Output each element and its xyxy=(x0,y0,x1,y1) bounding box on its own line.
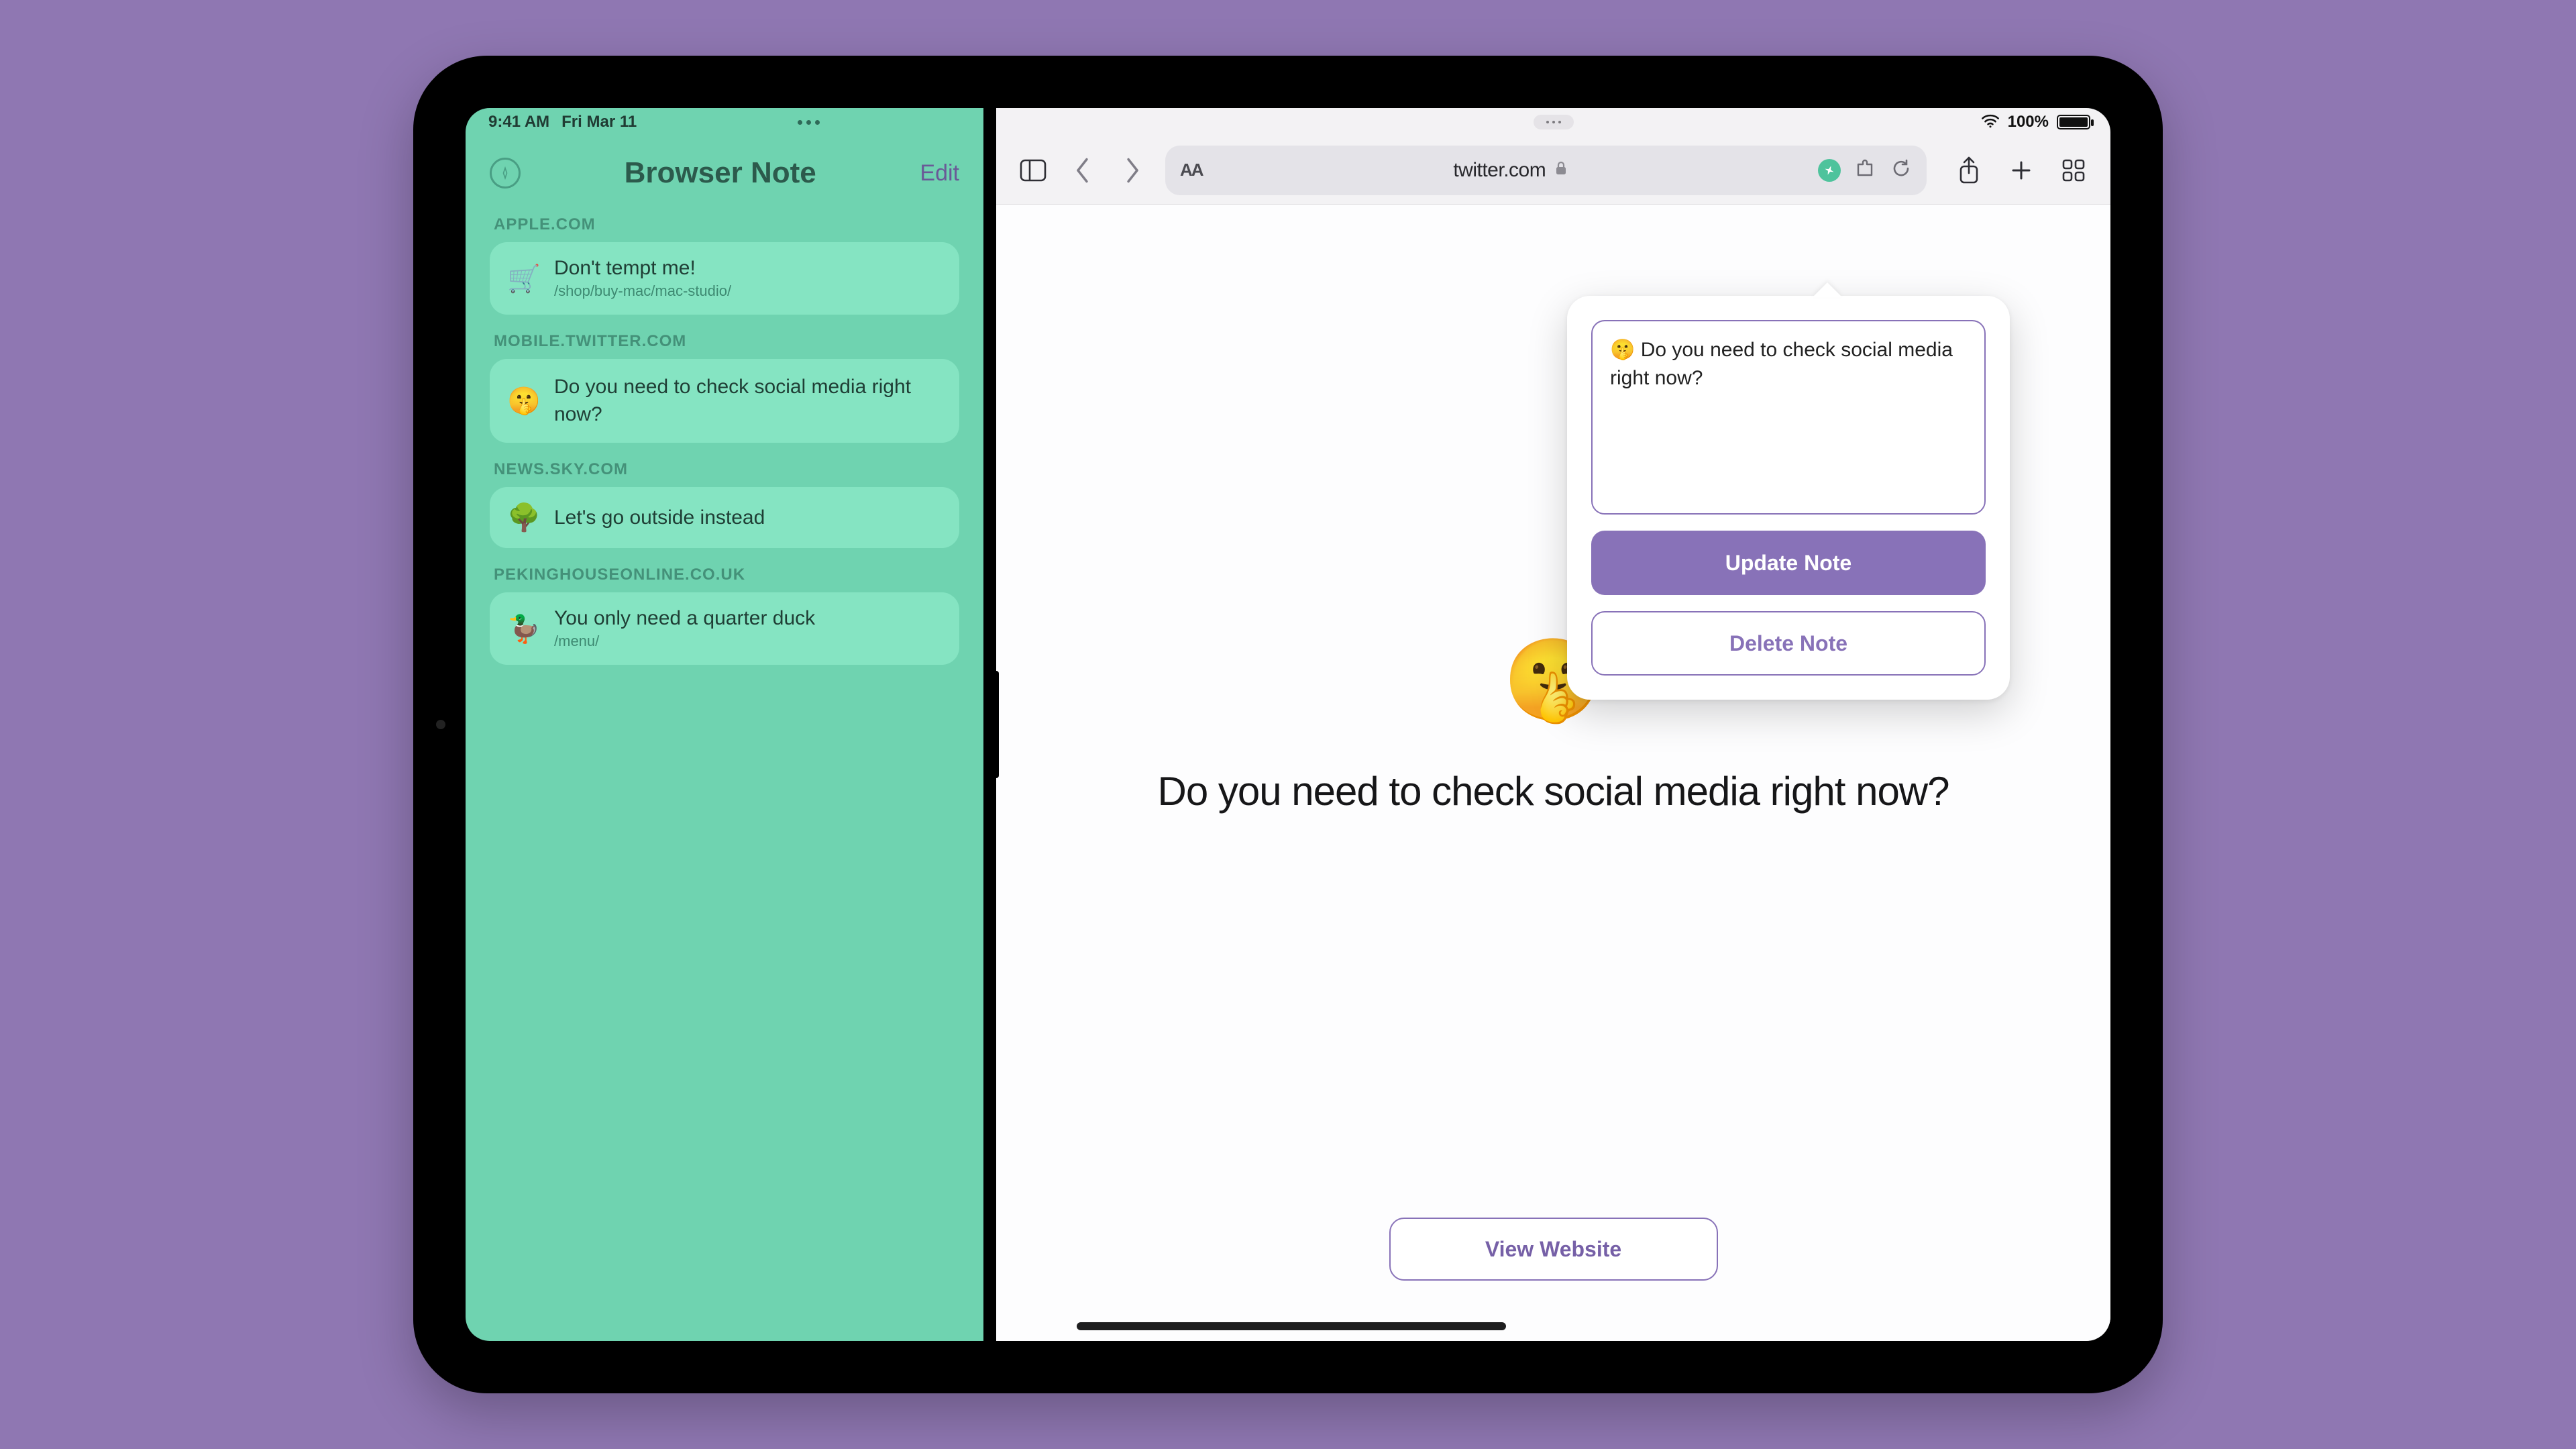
note-title: Don't tempt me! xyxy=(554,257,942,280)
domain-label: PEKINGHOUSEONLINE.CO.UK xyxy=(494,566,959,584)
note-emoji: 🤫 xyxy=(507,385,539,417)
tabs-grid-icon[interactable] xyxy=(2057,154,2090,187)
edit-button[interactable]: Edit xyxy=(920,160,959,186)
view-website-button[interactable]: View Website xyxy=(1389,1218,1718,1281)
safari-pane: 100% AA twitter.com xyxy=(996,108,2110,1341)
forward-icon[interactable] xyxy=(1116,154,1149,187)
note-title: You only need a quarter duck xyxy=(554,607,942,630)
note-popover: Update Note Delete Note xyxy=(1567,296,2010,700)
note-list: APPLE.COM 🛒 Don't tempt me! /shop/buy-ma… xyxy=(466,215,983,665)
url-text: twitter.com xyxy=(1453,159,1546,182)
note-emoji: 🦆 xyxy=(507,613,539,645)
note-textarea[interactable] xyxy=(1591,320,1986,515)
note-title: Do you need to check social media right … xyxy=(554,374,942,428)
sidebar-toggle-icon[interactable] xyxy=(1016,154,1050,187)
domain-label: APPLE.COM xyxy=(494,215,959,234)
browser-note-pane: 9:41 AM Fri Mar 11 Browser Note Edit APP… xyxy=(466,108,983,1341)
wifi-icon xyxy=(1981,112,2000,133)
screen: 9:41 AM Fri Mar 11 Browser Note Edit APP… xyxy=(466,108,2110,1341)
multitask-pill[interactable] xyxy=(1534,115,1574,129)
puzzle-icon[interactable] xyxy=(1854,157,1877,183)
safari-toolbar: AA twitter.com xyxy=(996,136,2110,205)
status-bar-left: 9:41 AM Fri Mar 11 xyxy=(466,108,983,136)
back-icon[interactable] xyxy=(1066,154,1099,187)
note-emoji: 🌳 xyxy=(507,502,539,533)
note-path: /menu/ xyxy=(554,633,942,650)
delete-note-button[interactable]: Delete Note xyxy=(1591,611,1986,676)
multitask-dots[interactable] xyxy=(798,120,820,125)
compass-icon[interactable] xyxy=(490,158,521,189)
page-body: 🤫 Do you need to check social media righ… xyxy=(996,205,2110,1341)
note-card-peking[interactable]: 🦆 You only need a quarter duck /menu/ xyxy=(490,592,959,665)
reader-aa-icon[interactable]: AA xyxy=(1180,160,1203,180)
note-path: /shop/buy-mac/mac-studio/ xyxy=(554,282,942,300)
ipad-frame: 9:41 AM Fri Mar 11 Browser Note Edit APP… xyxy=(413,56,2163,1393)
note-title: Let's go outside instead xyxy=(554,506,942,529)
home-indicator[interactable] xyxy=(1077,1322,1506,1330)
lock-icon xyxy=(1555,161,1567,180)
note-card-apple[interactable]: 🛒 Don't tempt me! /shop/buy-mac/mac-stud… xyxy=(490,242,959,315)
domain-label: NEWS.SKY.COM xyxy=(494,460,959,479)
address-bar[interactable]: AA twitter.com xyxy=(1165,146,1927,195)
page-question: Do you need to check social media right … xyxy=(1157,768,1949,814)
camera-dot xyxy=(436,720,445,729)
note-emoji: 🛒 xyxy=(507,263,539,294)
note-card-sky[interactable]: 🌳 Let's go outside instead xyxy=(490,487,959,548)
battery-icon xyxy=(2057,115,2090,129)
update-note-button[interactable]: Update Note xyxy=(1591,531,1986,595)
status-bar-right: 100% xyxy=(996,108,2110,136)
share-icon[interactable] xyxy=(1952,154,1986,187)
left-header: Browser Note Edit xyxy=(466,136,983,215)
reload-icon[interactable] xyxy=(1890,158,1912,182)
new-tab-icon[interactable] xyxy=(2004,154,2038,187)
status-time: 9:41 AM xyxy=(488,113,549,131)
status-date: Fri Mar 11 xyxy=(561,113,637,131)
extension-compass-icon[interactable] xyxy=(1818,159,1841,182)
split-handle[interactable] xyxy=(994,671,999,778)
app-title: Browser Note xyxy=(521,156,920,190)
domain-label: MOBILE.TWITTER.COM xyxy=(494,332,959,351)
battery-pct: 100% xyxy=(2008,113,2049,131)
note-card-twitter[interactable]: 🤫 Do you need to check social media righ… xyxy=(490,359,959,443)
